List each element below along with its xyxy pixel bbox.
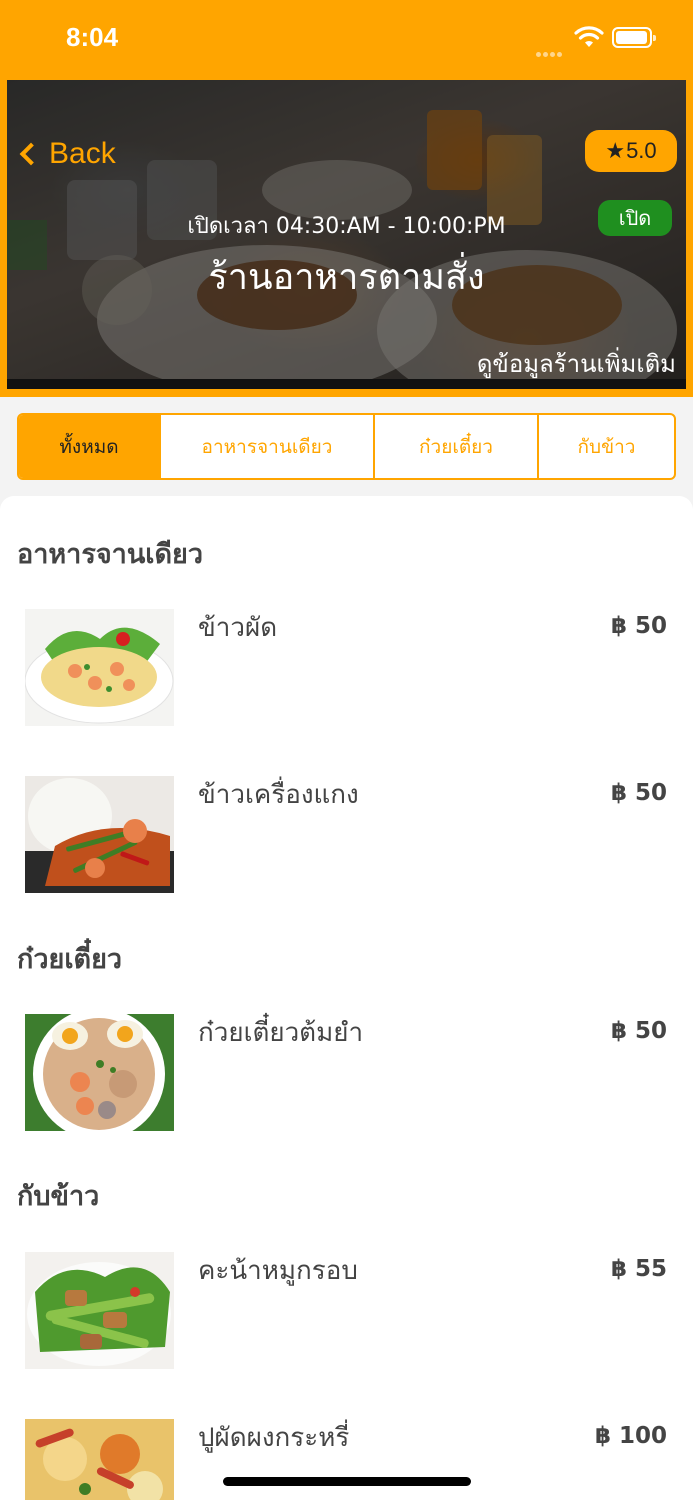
status-time: 8:04 (66, 22, 119, 52)
back-label: Back (49, 137, 116, 170)
hero-frame: Back ★ 5.0 เปิด เปิดเวลา 04:30:AM - 10:0… (0, 78, 693, 397)
category-tabs: ทั้งหมด อาหารจานเดียว ก๋วยเตี๋ยว กับข้าว (17, 413, 676, 480)
item-price: ฿ 50 (610, 780, 667, 806)
section-title-single-dish: อาหารจานเดียว (17, 539, 204, 570)
crab-curry-powder-photo (25, 1419, 174, 1500)
menu-item-rice-with-curry[interactable]: ข้าวเครื่องแกง ฿ 50 (0, 776, 693, 906)
kale-crispy-pork-photo (25, 1252, 174, 1369)
star-icon: ★ (605, 138, 626, 163)
item-price: ฿ 55 (610, 1256, 667, 1282)
item-name: ก๋วยเตี๋ยวต้มยำ (198, 1018, 364, 1048)
back-button[interactable]: Back (17, 134, 116, 174)
item-name: คะน้าหมูกรอบ (198, 1256, 358, 1286)
restaurant-menu-screen: 8:04 Back ★ 5.0 เปิด เปิดเวลา 04:30:AM -… (0, 0, 693, 1500)
home-indicator[interactable] (223, 1477, 471, 1486)
item-price: ฿ 50 (610, 613, 667, 639)
section-title-side-dishes: กับข้าว (17, 1181, 100, 1212)
shop-name: ร้านอาหารตามสั่ง (208, 257, 485, 298)
fried-rice-photo (25, 609, 174, 726)
shop-cover-photo: Back ★ 5.0 เปิด เปิดเวลา 04:30:AM - 10:0… (7, 80, 686, 389)
menu-list: อาหารจานเดียว ข้าวผัด ฿ 50 ข้าวเครื่องแก… (0, 496, 693, 1500)
rating-badge: ★ 5.0 (585, 130, 677, 172)
item-name: ข้าวผัด (198, 613, 278, 643)
rating-value: 5.0 (626, 138, 657, 163)
chevron-left-icon (19, 142, 43, 166)
cellular-signal-icon (536, 42, 568, 57)
tom-yum-noodle-photo (25, 1014, 174, 1131)
opening-hours: เปิดเวลา 04:30:AM - 10:00:PM (187, 214, 506, 239)
status-bar: 8:04 (0, 0, 693, 80)
tab-side-dishes[interactable]: กับข้าว (539, 415, 674, 478)
rice-with-curry-photo (25, 776, 174, 893)
item-price: ฿ 100 (594, 1423, 667, 1449)
menu-item-fried-rice[interactable]: ข้าวผัด ฿ 50 (0, 609, 693, 739)
item-name: ข้าวเครื่องแกง (198, 780, 359, 810)
battery-icon (612, 27, 656, 48)
section-title-noodles: ก๋วยเตี๋ยว (17, 944, 123, 975)
tab-noodles[interactable]: ก๋วยเตี๋ยว (375, 415, 539, 478)
tab-single-dish[interactable]: อาหารจานเดียว (161, 415, 375, 478)
item-price: ฿ 50 (610, 1018, 667, 1044)
tab-all[interactable]: ทั้งหมด (19, 415, 161, 478)
item-name: ปูผัดผงกระหรี่ (198, 1423, 350, 1453)
wifi-icon (574, 26, 604, 47)
menu-item-kale-crispy-pork[interactable]: คะน้าหมูกรอบ ฿ 55 (0, 1252, 693, 1382)
more-shop-info-link[interactable]: ดูข้อมูลร้านเพิ่มเติม (477, 344, 676, 383)
menu-item-crab-curry-powder[interactable]: ปูผัดผงกระหรี่ ฿ 100 (0, 1419, 693, 1500)
menu-item-tom-yum-noodle[interactable]: ก๋วยเตี๋ยวต้มยำ ฿ 50 (0, 1014, 693, 1144)
